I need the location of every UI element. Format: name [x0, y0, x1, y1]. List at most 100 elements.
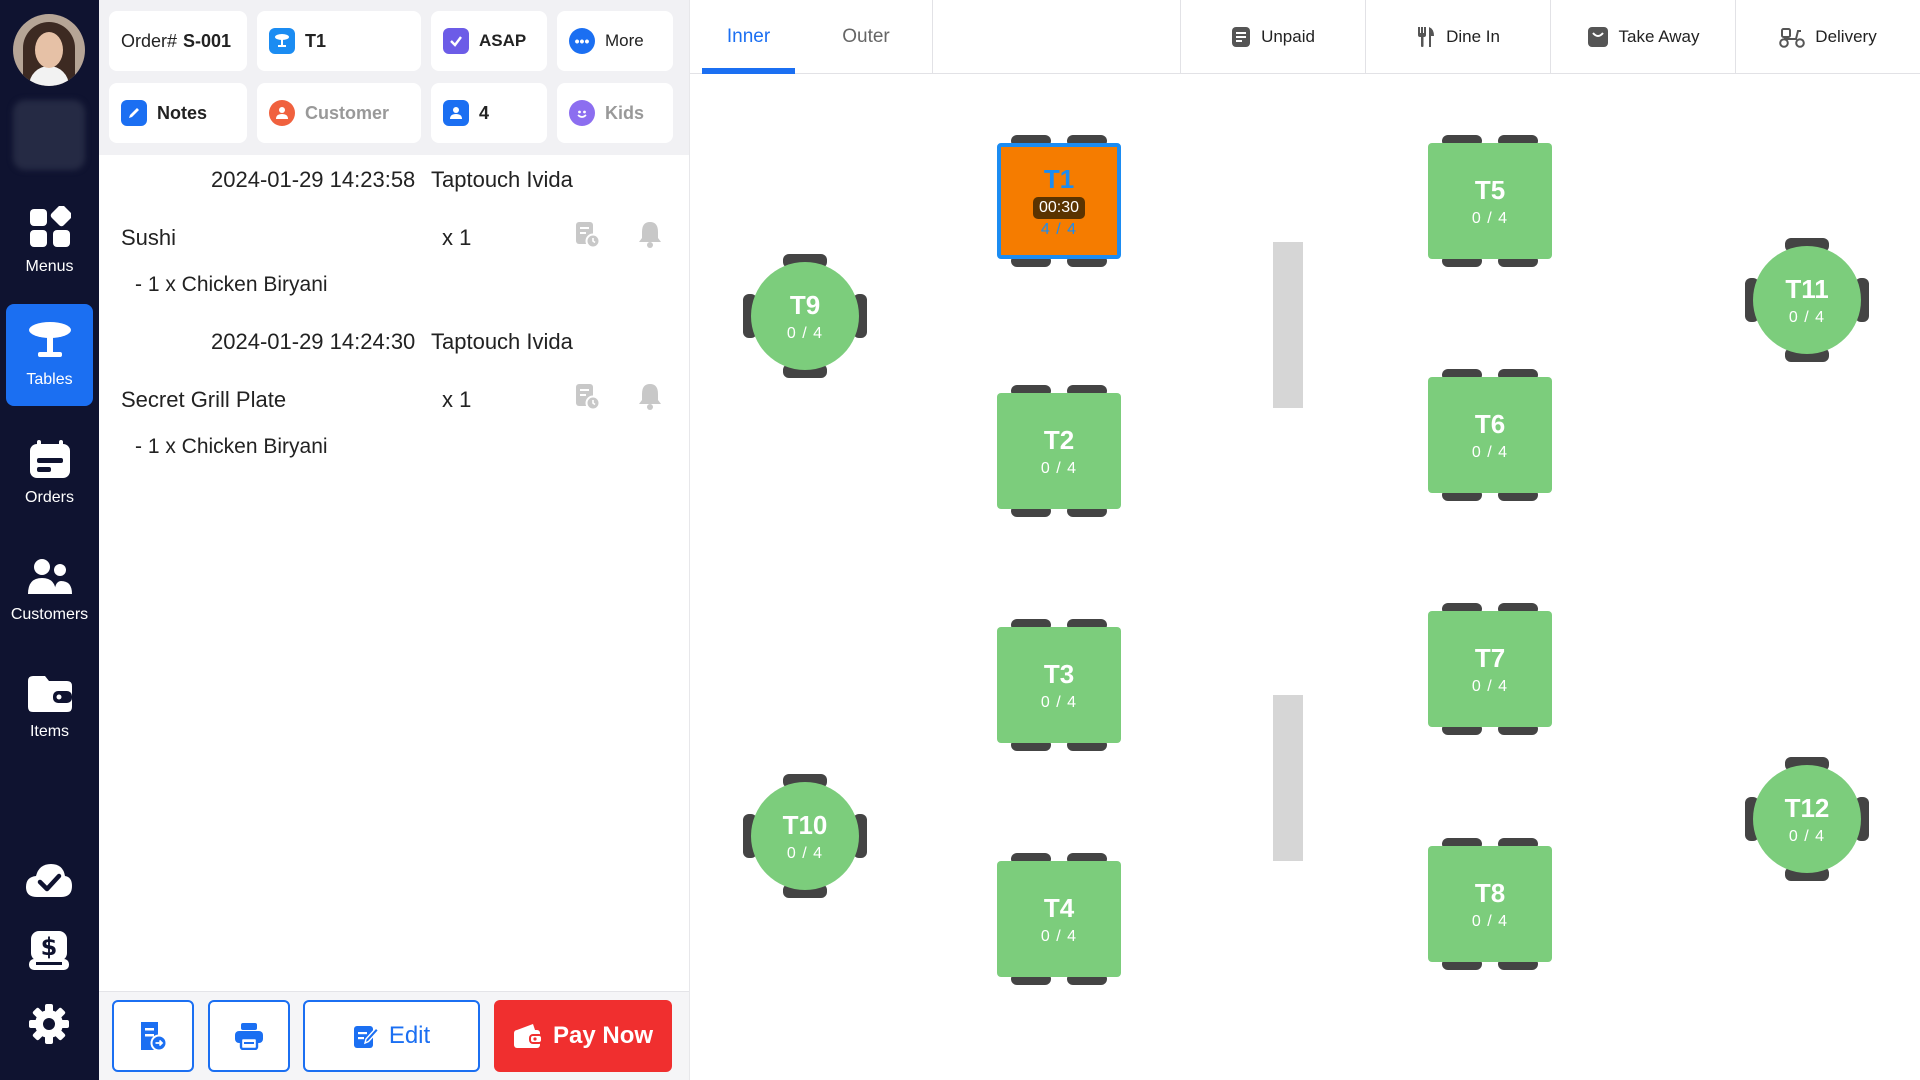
table-count: 4 / 4: [1040, 220, 1078, 238]
wallet-icon: [513, 1024, 543, 1048]
notes-chip[interactable]: Notes: [109, 83, 247, 143]
table-t10[interactable]: T10 0 / 4: [743, 774, 867, 898]
more-chip[interactable]: ••• More: [557, 11, 673, 71]
order-item-qty: x 1: [442, 225, 472, 250]
bell-icon[interactable]: [636, 382, 664, 410]
filter-unpaid-label: Unpaid: [1261, 27, 1315, 46]
table-name: T2: [1043, 424, 1075, 455]
filter-dine-in[interactable]: Dine In: [1366, 0, 1550, 74]
utensils-icon: [1418, 27, 1435, 47]
cloud-sync-button[interactable]: [24, 855, 74, 905]
order-item-modifier: - 1 x Chicken Biryani: [135, 435, 328, 458]
nav-label-menus: Menus: [25, 258, 74, 275]
table-t7[interactable]: T7 0 / 4: [1428, 603, 1552, 735]
log-timestamp: 2024-01-29 14:23:58: [211, 167, 416, 192]
table-count: 0 / 4: [1040, 459, 1078, 477]
pencil-icon: [121, 100, 147, 126]
nav-item-orders[interactable]: Orders: [6, 422, 93, 524]
table-chip-icon: [269, 28, 295, 54]
nav-item-tables[interactable]: Tables: [6, 304, 93, 406]
tab-outer-label: Outer: [842, 26, 890, 47]
order-item-modifier: - 1 x Chicken Biryani: [135, 273, 328, 296]
filter-take-away[interactable]: Take Away: [1551, 0, 1735, 74]
table-count: 0 / 4: [1040, 693, 1078, 711]
customer-icon: [269, 100, 295, 126]
table-count: 0 / 4: [786, 324, 824, 342]
split-bill-button[interactable]: [112, 1000, 194, 1072]
printer-icon: [235, 1023, 263, 1050]
order-item-name[interactable]: Secret Grill Plate: [121, 387, 286, 413]
nav-label-orders: Orders: [25, 489, 74, 506]
order-number-chip[interactable]: Order# S-001: [109, 11, 247, 71]
table-t3[interactable]: T3 0 / 4: [997, 619, 1121, 751]
table-name: T7: [1474, 642, 1506, 673]
nav-label-tables: Tables: [26, 371, 73, 388]
table-chip[interactable]: T1: [257, 11, 421, 71]
table-count: 0 / 4: [1788, 827, 1826, 845]
more-chip-label: More: [605, 31, 644, 50]
table-timer: 00:30: [1032, 196, 1086, 219]
user-avatar[interactable]: [13, 14, 85, 86]
item-note-icon[interactable]: [573, 221, 601, 249]
filter-delivery[interactable]: Delivery: [1736, 0, 1920, 74]
table-count: 0 / 4: [1040, 927, 1078, 945]
bill-share-icon: [141, 1022, 168, 1052]
pay-now-label: Pay Now: [552, 1022, 654, 1049]
more-dots-icon: •••: [569, 28, 595, 54]
filter-delivery-label: Delivery: [1815, 27, 1877, 46]
kids-chip[interactable]: Kids: [557, 83, 673, 143]
bell-icon[interactable]: [636, 220, 664, 248]
nav-item-menus[interactable]: Menus: [6, 190, 93, 292]
tab-outer[interactable]: Outer: [806, 0, 926, 74]
log-user: Taptouch Ivida: [431, 167, 573, 192]
filter-dine-in-label: Dine In: [1446, 27, 1500, 46]
settings-button[interactable]: [24, 999, 74, 1049]
nav-item-customers[interactable]: Customers: [6, 540, 93, 642]
table-icon: [28, 322, 71, 357]
table-name: T10: [782, 809, 828, 840]
scooter-icon: [1779, 28, 1806, 48]
guests-chip[interactable]: 4: [431, 83, 547, 143]
table-t1[interactable]: T1 00:30 4 / 4: [997, 135, 1121, 267]
order-item-name[interactable]: Sushi: [121, 225, 176, 251]
grid-icon: [29, 206, 71, 247]
table-name: T1: [1043, 163, 1075, 194]
table-t6[interactable]: T6 0 / 4: [1428, 369, 1552, 501]
orders-icon: [29, 440, 70, 478]
filter-unpaid[interactable]: Unpaid: [1181, 0, 1365, 74]
edit-icon: [353, 1026, 379, 1048]
order-item-qty: x 1: [442, 387, 472, 412]
timing-chip-label: ASAP: [479, 31, 527, 50]
edit-button[interactable]: Edit: [303, 1000, 480, 1072]
table-name: T11: [1785, 273, 1829, 304]
cash-drawer-button[interactable]: $: [24, 925, 74, 975]
table-t11[interactable]: T11 0 / 4: [1745, 238, 1869, 362]
customer-chip[interactable]: Customer: [257, 83, 421, 143]
item-note-icon[interactable]: [573, 383, 601, 411]
pay-now-button[interactable]: Pay Now: [494, 1000, 672, 1072]
order-prefix: Order#: [121, 30, 178, 51]
log-user: Taptouch Ivida: [431, 329, 573, 354]
table-count: 0 / 4: [1471, 677, 1509, 695]
guest-count-icon: [443, 100, 469, 126]
table-t2[interactable]: T2 0 / 4: [997, 385, 1121, 517]
timing-chip[interactable]: ASAP: [431, 11, 547, 71]
folder-icon: [27, 676, 72, 712]
filter-take-away-label: Take Away: [1618, 27, 1700, 46]
table-t5[interactable]: T5 0 / 4: [1428, 135, 1552, 267]
kids-face-icon: [569, 100, 595, 126]
table-t12[interactable]: T12 0 / 4: [1745, 757, 1869, 881]
nav-label-customers: Customers: [10, 606, 89, 623]
table-name: T6: [1474, 408, 1506, 439]
nav-item-items[interactable]: Items: [6, 657, 93, 759]
table-t4[interactable]: T4 0 / 4: [997, 853, 1121, 985]
wall-divider: [1273, 242, 1303, 408]
customer-chip-label: Customer: [305, 102, 390, 123]
takeaway-bag-icon: [1587, 27, 1608, 47]
table-t9[interactable]: T9 0 / 4: [743, 254, 867, 378]
floor-tab-bar: Inner Outer Unpaid Dine In Take Away Del…: [690, 0, 1920, 74]
tab-inner[interactable]: Inner: [702, 0, 795, 74]
table-t8[interactable]: T8 0 / 4: [1428, 838, 1552, 970]
print-button[interactable]: [208, 1000, 290, 1072]
edit-label: Edit: [388, 1022, 431, 1049]
